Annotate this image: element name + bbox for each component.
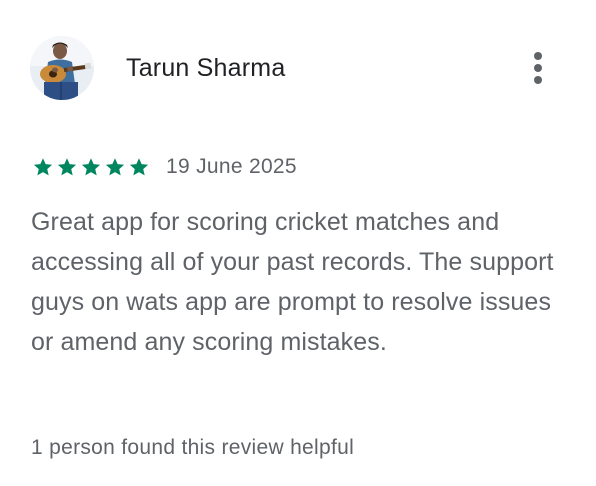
review-date: 19 June 2025: [166, 155, 297, 178]
star-icon: [81, 158, 101, 176]
review-text: Great app for scoring cricket matches an…: [31, 208, 554, 356]
review-card: Tarun Sharma 19 June 2025 Great app for …: [0, 0, 596, 486]
star-icon: [105, 158, 125, 176]
star-rating: [32, 156, 152, 178]
review-header: Tarun Sharma: [30, 36, 570, 100]
helpful-count: 1 person found this review helpful: [31, 436, 355, 459]
star-icon: [33, 158, 53, 176]
avatar-image: [30, 36, 94, 100]
star-icon: [57, 158, 77, 176]
reviewer-name: Tarun Sharma: [126, 53, 286, 82]
rating-row: 19 June 2025: [32, 152, 297, 182]
star-icon: [129, 158, 149, 176]
more-vert-icon: [534, 52, 542, 84]
avatar: [30, 36, 94, 100]
more-options-button[interactable]: [518, 48, 558, 88]
